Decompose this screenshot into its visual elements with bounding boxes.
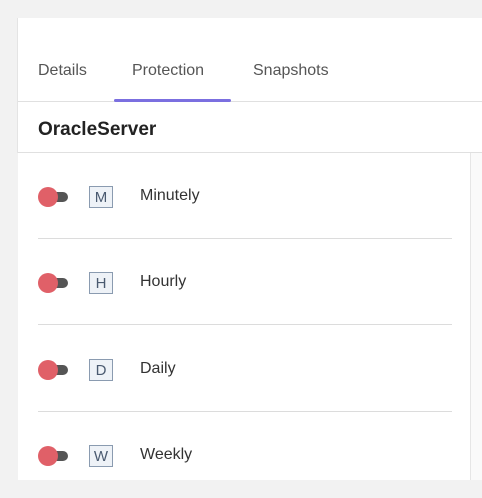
schedule-row-minutely: M Minutely [38,153,452,239]
schedule-row-hourly: H Hourly [38,239,452,325]
schedule-badge: W [89,445,113,467]
schedule-toggle[interactable] [38,187,70,207]
schedule-row-daily: D Daily [38,326,452,412]
active-tab-indicator [114,99,231,102]
toggle-knob [38,187,58,207]
schedule-row-weekly: W Weekly [38,412,452,498]
schedule-badge: M [89,186,113,208]
schedule-label: Minutely [140,187,200,204]
schedule-badge: H [89,272,113,294]
tab-protection[interactable]: Protection [132,62,204,80]
left-gutter [1,153,18,498]
scroll-gutter [471,153,482,480]
schedule-toggle[interactable] [38,446,70,466]
schedule-badge: D [89,359,113,381]
schedule-toggle[interactable] [38,360,70,380]
schedule-label: Hourly [140,273,187,290]
top-strip [0,0,482,8]
toggle-knob [38,446,58,466]
tab-snapshots[interactable]: Snapshots [253,62,329,80]
details-panel: Details Protection Snapshots OracleServe… [1,18,482,498]
divider [38,324,452,325]
schedule-toggle[interactable] [38,273,70,293]
tab-details[interactable]: Details [38,62,87,80]
schedule-label: Weekly [140,446,193,463]
toggle-knob [38,273,58,293]
schedule-label: Daily [140,360,176,377]
schedule-list: M Minutely H Hourly D Daily W Weekly [18,153,471,480]
server-title: OracleServer [38,119,157,140]
tab-bar: Details Protection Snapshots [18,18,482,102]
toggle-knob [38,360,58,380]
